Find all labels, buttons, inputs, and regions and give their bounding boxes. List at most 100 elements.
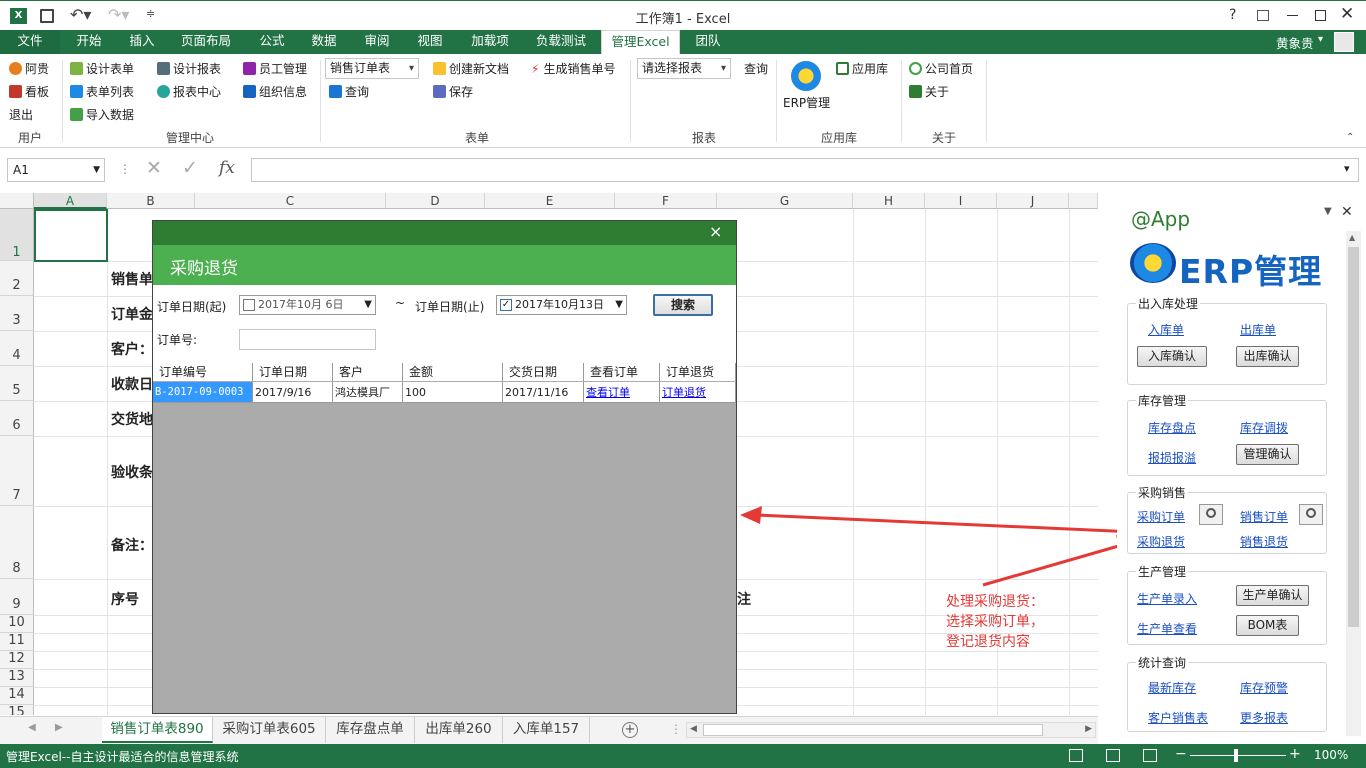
purchase-return-link[interactable]: 采购退货 (1137, 533, 1185, 550)
cell-b2[interactable]: 销售单 (111, 269, 153, 289)
user-name[interactable]: 黄象贵 (1276, 33, 1314, 52)
sheet-tab[interactable]: 采购订单表605 (213, 717, 326, 743)
search-icon[interactable] (1299, 504, 1323, 525)
tab-review[interactable]: 审阅 (353, 30, 401, 54)
scroll-thumb[interactable] (1348, 247, 1359, 627)
sales-order-link[interactable]: 销售订单 (1240, 508, 1288, 525)
column-header[interactable]: H (853, 193, 925, 209)
prev-sheet-icon[interactable]: ◀ (28, 722, 36, 733)
stock-take-link[interactable]: 库存盘点 (1148, 419, 1196, 436)
row-header[interactable]: 10 (0, 615, 34, 633)
import-data-button[interactable]: 导入数据 (70, 106, 134, 123)
column-header[interactable]: G (717, 193, 853, 209)
pane-scrollbar[interactable]: ▲ (1346, 231, 1361, 736)
search-icon[interactable] (1199, 504, 1223, 525)
list-header[interactable]: 订单日期 (253, 363, 333, 381)
row-header[interactable]: 8 (0, 506, 34, 579)
stock-transfer-link[interactable]: 库存调拨 (1240, 419, 1288, 436)
tab-data[interactable]: 数据 (300, 30, 348, 54)
row-header[interactable]: 5 (0, 366, 34, 401)
staff-mgmt-button[interactable]: 员工管理 (243, 60, 307, 77)
active-cell-a1[interactable] (34, 209, 108, 262)
select-all-corner[interactable] (0, 193, 34, 209)
ribbon-display-icon[interactable] (1257, 10, 1269, 21)
column-header[interactable]: D (386, 193, 485, 209)
zoom-in-icon[interactable]: + (1289, 746, 1301, 762)
date-from-picker[interactable]: 2017年10月 6日 ▼ (239, 295, 376, 315)
row-header[interactable]: 11 (0, 633, 34, 651)
report-select[interactable]: 请选择报表 (637, 58, 731, 79)
latest-stock-link[interactable]: 最新库存 (1148, 679, 1196, 696)
list-header[interactable]: 订单退货 (660, 363, 736, 381)
page-layout-view-icon[interactable] (1106, 749, 1120, 762)
user-agui-button[interactable]: 阿贵 (9, 60, 49, 77)
add-sheet-icon[interactable]: + (622, 722, 638, 738)
zoom-level[interactable]: 100% (1314, 748, 1348, 762)
cell-b3[interactable]: 订单金 (111, 304, 153, 324)
cell-b9[interactable]: 序号 (111, 589, 139, 609)
column-header[interactable]: E (485, 193, 615, 209)
row-header[interactable]: 13 (0, 669, 34, 687)
formula-input[interactable] (251, 158, 1359, 182)
date-from-checkbox[interactable] (243, 299, 255, 311)
close-icon[interactable]: ✕ (1340, 4, 1354, 24)
delivery-date-cell[interactable]: 2017/11/16 (503, 382, 584, 403)
undo-icon[interactable]: ↶▾ (70, 5, 91, 24)
row-header[interactable]: 15 (0, 705, 34, 715)
new-doc-button[interactable]: 创建新文档 (433, 60, 509, 77)
customer-cell[interactable]: 鸿达模具厂 (333, 382, 403, 403)
tab-home[interactable]: 开始 (64, 30, 114, 54)
erp-logo-icon[interactable] (791, 61, 821, 91)
tab-addins[interactable]: 加载项 (460, 30, 520, 54)
pane-menu-icon[interactable]: ▼ (1324, 206, 1332, 217)
view-order-link[interactable]: 查看订单 (586, 386, 630, 399)
horizontal-scrollbar[interactable]: ◀ ▶ (686, 722, 1096, 738)
column-header[interactable]: F (615, 193, 717, 209)
page-break-view-icon[interactable] (1143, 749, 1157, 762)
report-query-button[interactable]: 查询 (744, 60, 768, 77)
view-order-cell[interactable]: 查看订单 (584, 382, 660, 403)
amount-cell[interactable]: 100 (403, 382, 503, 403)
maximize-icon[interactable] (1315, 10, 1326, 21)
list-header[interactable]: 查看订单 (584, 363, 660, 381)
company-home-button[interactable]: 公司首页 (909, 60, 973, 77)
column-header[interactable]: I (925, 193, 997, 209)
cell-b8[interactable]: 备注： (111, 535, 153, 555)
expand-formula-icon[interactable]: ▾ (1344, 162, 1350, 175)
column-header[interactable]: B (107, 193, 195, 209)
next-sheet-icon[interactable]: ▶ (55, 722, 63, 733)
order-list[interactable]: 订单编号 订单日期 客户 金额 交货日期 查看订单 订单退货 B-2017-09… (153, 363, 736, 713)
column-header[interactable] (1069, 193, 1098, 209)
customer-sales-link[interactable]: 客户销售表 (1148, 709, 1208, 726)
sales-return-link[interactable]: 销售退货 (1240, 533, 1288, 550)
stock-alert-link[interactable]: 库存预警 (1240, 679, 1288, 696)
user-menu-chevron-icon[interactable]: ▾ (1318, 34, 1323, 45)
customize-qat-icon[interactable]: ≑ (146, 7, 155, 20)
sheet-tab[interactable]: 库存盘点单 (326, 717, 415, 743)
row-header[interactable]: 3 (0, 296, 34, 331)
report-center-button[interactable]: 报表中心 (157, 83, 221, 100)
row-header[interactable]: 14 (0, 687, 34, 705)
pane-close-icon[interactable]: ✕ (1341, 204, 1353, 220)
confirm-entry-icon[interactable]: ✓ (182, 157, 198, 179)
column-header[interactable]: C (195, 193, 386, 209)
tab-view[interactable]: 视图 (406, 30, 454, 54)
order-date-cell[interactable]: 2017/9/16 (253, 382, 333, 403)
row-header[interactable]: 7 (0, 436, 34, 506)
user-avatar-icon[interactable] (1334, 32, 1354, 52)
calendar-dropdown-icon[interactable]: ▼ (364, 296, 372, 314)
cell-b4[interactable]: 客户： (111, 339, 153, 359)
form-query-button[interactable]: 查询 (329, 83, 369, 100)
row-header[interactable]: 9 (0, 579, 34, 615)
tab-page-layout[interactable]: 页面布局 (172, 30, 240, 54)
list-header[interactable]: 订单编号 (153, 363, 253, 381)
production-view-link[interactable]: 生产单查看 (1137, 620, 1197, 637)
cancel-entry-icon[interactable]: ✕ (146, 157, 162, 179)
stock-in-confirm-button[interactable]: 入库确认 (1137, 346, 1207, 367)
list-header[interactable]: 客户 (333, 363, 403, 381)
row-header[interactable]: 6 (0, 401, 34, 436)
tab-insert[interactable]: 插入 (117, 30, 167, 54)
date-to-picker[interactable]: ✓ 2017年10月13日 ▼ (496, 295, 627, 315)
zoom-slider-thumb[interactable] (1234, 749, 1238, 762)
mgmt-confirm-button[interactable]: 管理确认 (1236, 444, 1299, 465)
